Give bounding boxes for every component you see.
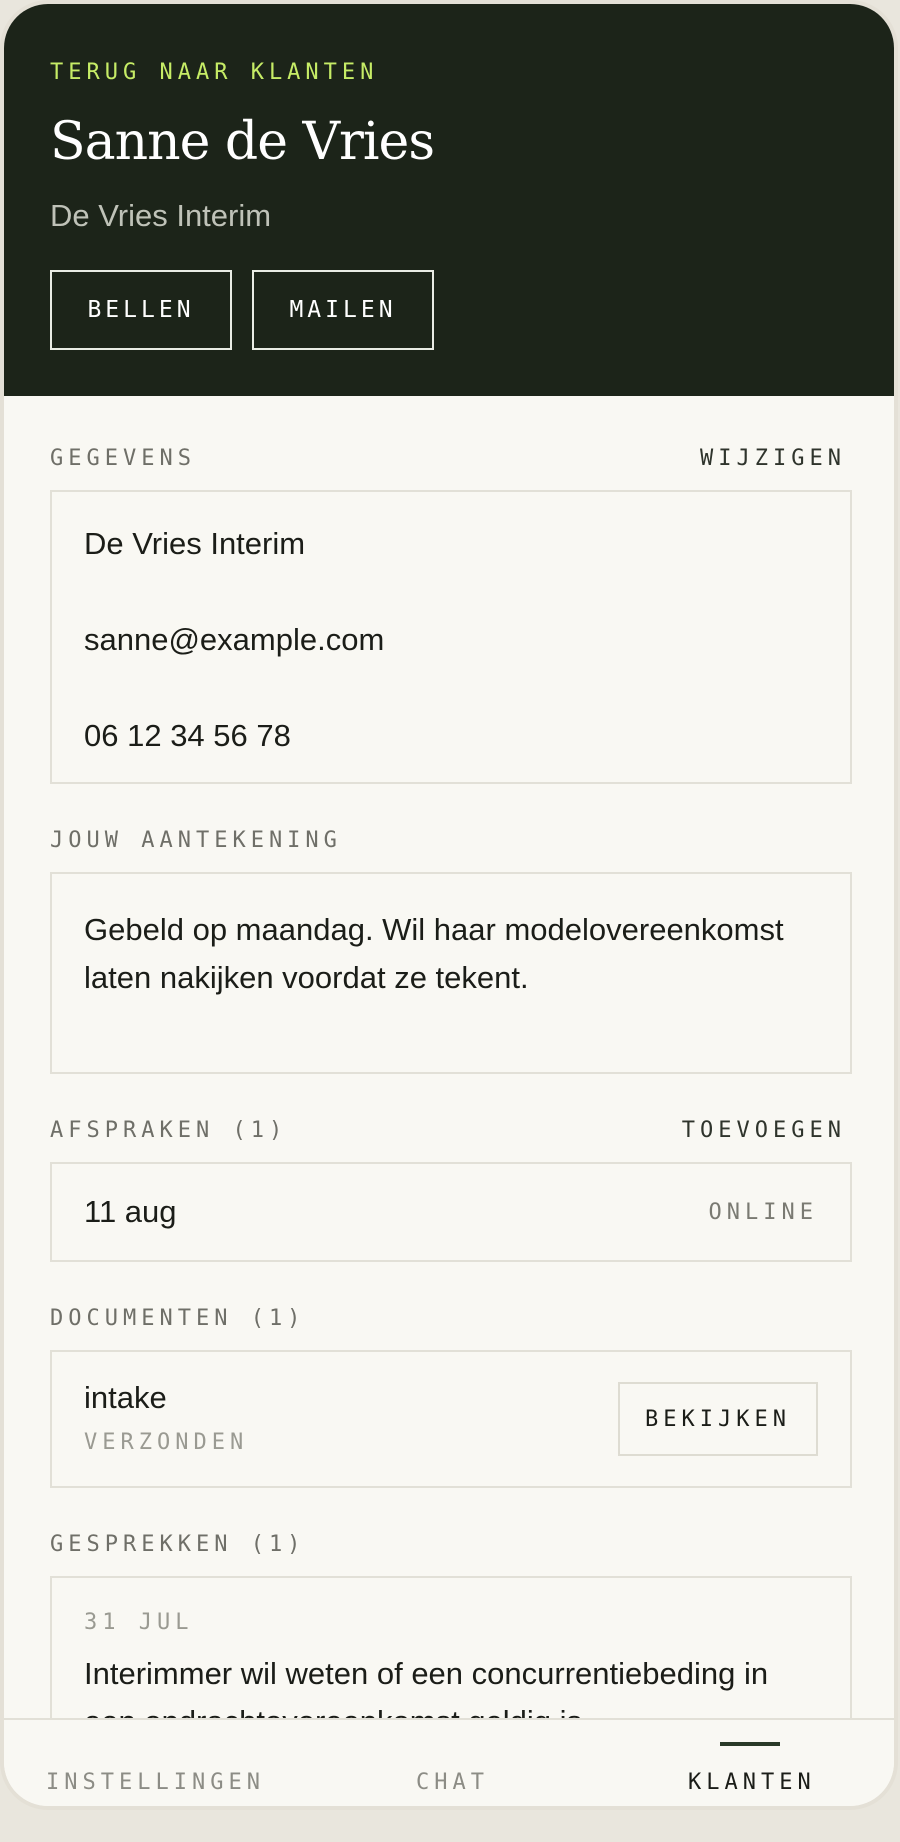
- details-phone[interactable]: 06 12 34 56 78: [84, 718, 291, 754]
- client-name: Sanne de Vries: [50, 112, 435, 172]
- details-email[interactable]: sanne@example.com: [84, 622, 384, 658]
- appointment-date: 11 aug: [84, 1194, 177, 1229]
- note-text: Gebeld op maandag. Wil haar modelovereen…: [84, 912, 784, 995]
- appointments-section-label: AFSPRAKEN (1): [50, 1118, 288, 1143]
- document-name: intake: [84, 1380, 167, 1415]
- tab-clients[interactable]: KLANTEN: [688, 1770, 816, 1795]
- active-tab-indicator: [720, 1742, 780, 1746]
- note-section-label: JOUW AANTEKENING: [50, 828, 342, 853]
- conversations-section-label: GESPREKKEN (1): [50, 1532, 306, 1557]
- document-item: intake VERZONDEN BEKIJKEN: [50, 1350, 852, 1488]
- details-company: De Vries Interim: [84, 526, 306, 561]
- mail-button[interactable]: MAILEN: [252, 270, 434, 350]
- call-button[interactable]: BELLEN: [50, 270, 232, 350]
- back-to-clients-link[interactable]: TERUG NAAR KLANTEN: [50, 60, 378, 85]
- details-section-label: GEGEVENS: [50, 446, 196, 471]
- client-company: De Vries Interim: [50, 198, 272, 233]
- edit-details-button[interactable]: WIJZIGEN: [700, 446, 846, 471]
- phone-frame: TERUG NAAR KLANTEN Sanne de Vries De Vri…: [0, 0, 898, 1810]
- tab-settings[interactable]: INSTELLINGEN: [46, 1770, 265, 1795]
- note-card[interactable]: Gebeld op maandag. Wil haar modelovereen…: [50, 872, 852, 1074]
- documents-section-label: DOCUMENTEN (1): [50, 1306, 306, 1331]
- conversation-date: 31 JUL: [84, 1610, 194, 1635]
- details-card: De Vries Interim sanne@example.com 06 12…: [50, 490, 852, 784]
- appointment-type: ONLINE: [708, 1200, 818, 1225]
- view-document-button[interactable]: BEKIJKEN: [618, 1382, 818, 1456]
- add-appointment-button[interactable]: TOEVOEGEN: [682, 1118, 846, 1143]
- tab-chat[interactable]: CHAT: [416, 1770, 489, 1795]
- bottom-tab-bar: INSTELLINGEN CHAT KLANTEN: [4, 1718, 894, 1806]
- appointment-item[interactable]: 11 aug ONLINE: [50, 1162, 852, 1262]
- client-header: TERUG NAAR KLANTEN Sanne de Vries De Vri…: [4, 4, 894, 396]
- document-status: VERZONDEN: [84, 1430, 249, 1455]
